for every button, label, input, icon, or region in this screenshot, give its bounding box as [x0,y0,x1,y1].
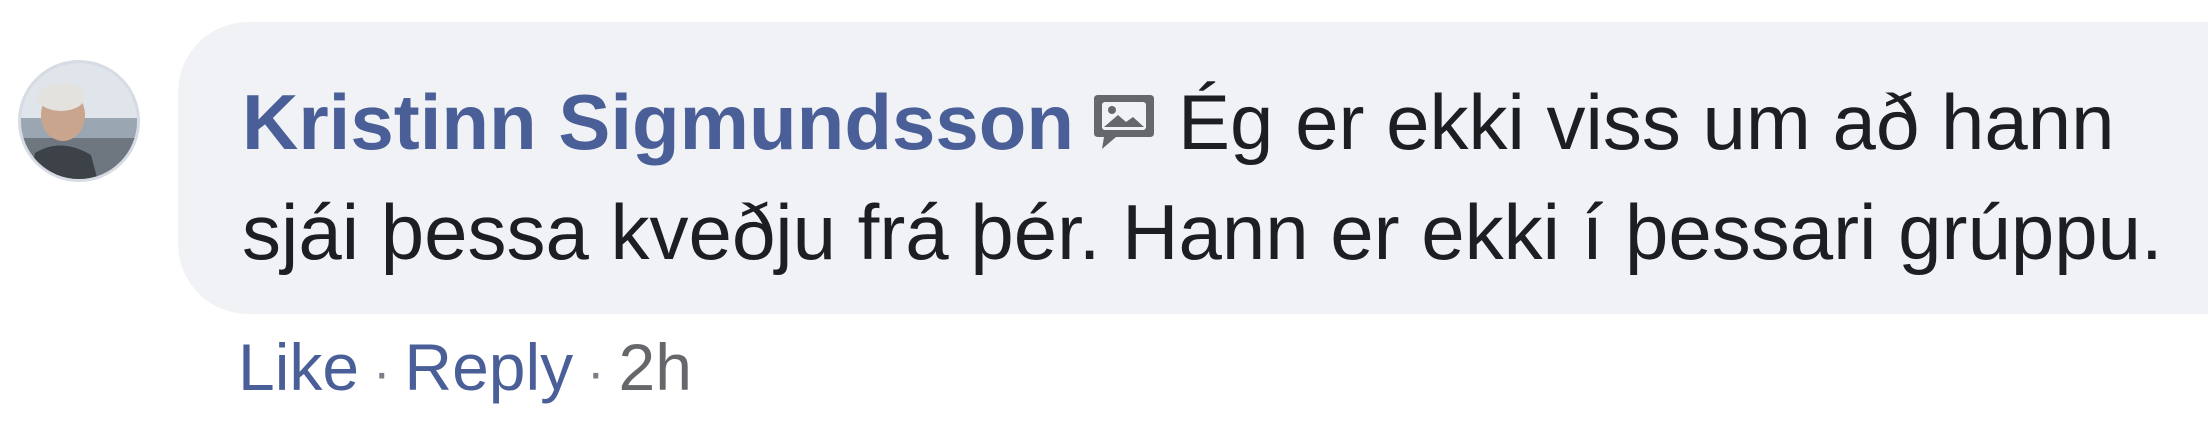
like-button[interactable]: Like [238,330,359,404]
comment-author-link[interactable]: Kristinn Sigmundsson [242,78,1074,166]
comment-actions: Like · Reply · 2h [238,322,692,418]
separator-dot: · [587,344,605,402]
separator-dot: · [373,344,391,402]
avatar-photo [21,63,137,179]
comment-body: Kristinn Sigmundsson Ég er ekki viss um … [242,70,2202,284]
reply-button[interactable]: Reply [404,330,573,404]
avatar[interactable] [18,60,140,182]
comment-timestamp[interactable]: 2h [618,330,691,404]
image-comment-icon [1088,76,1160,180]
